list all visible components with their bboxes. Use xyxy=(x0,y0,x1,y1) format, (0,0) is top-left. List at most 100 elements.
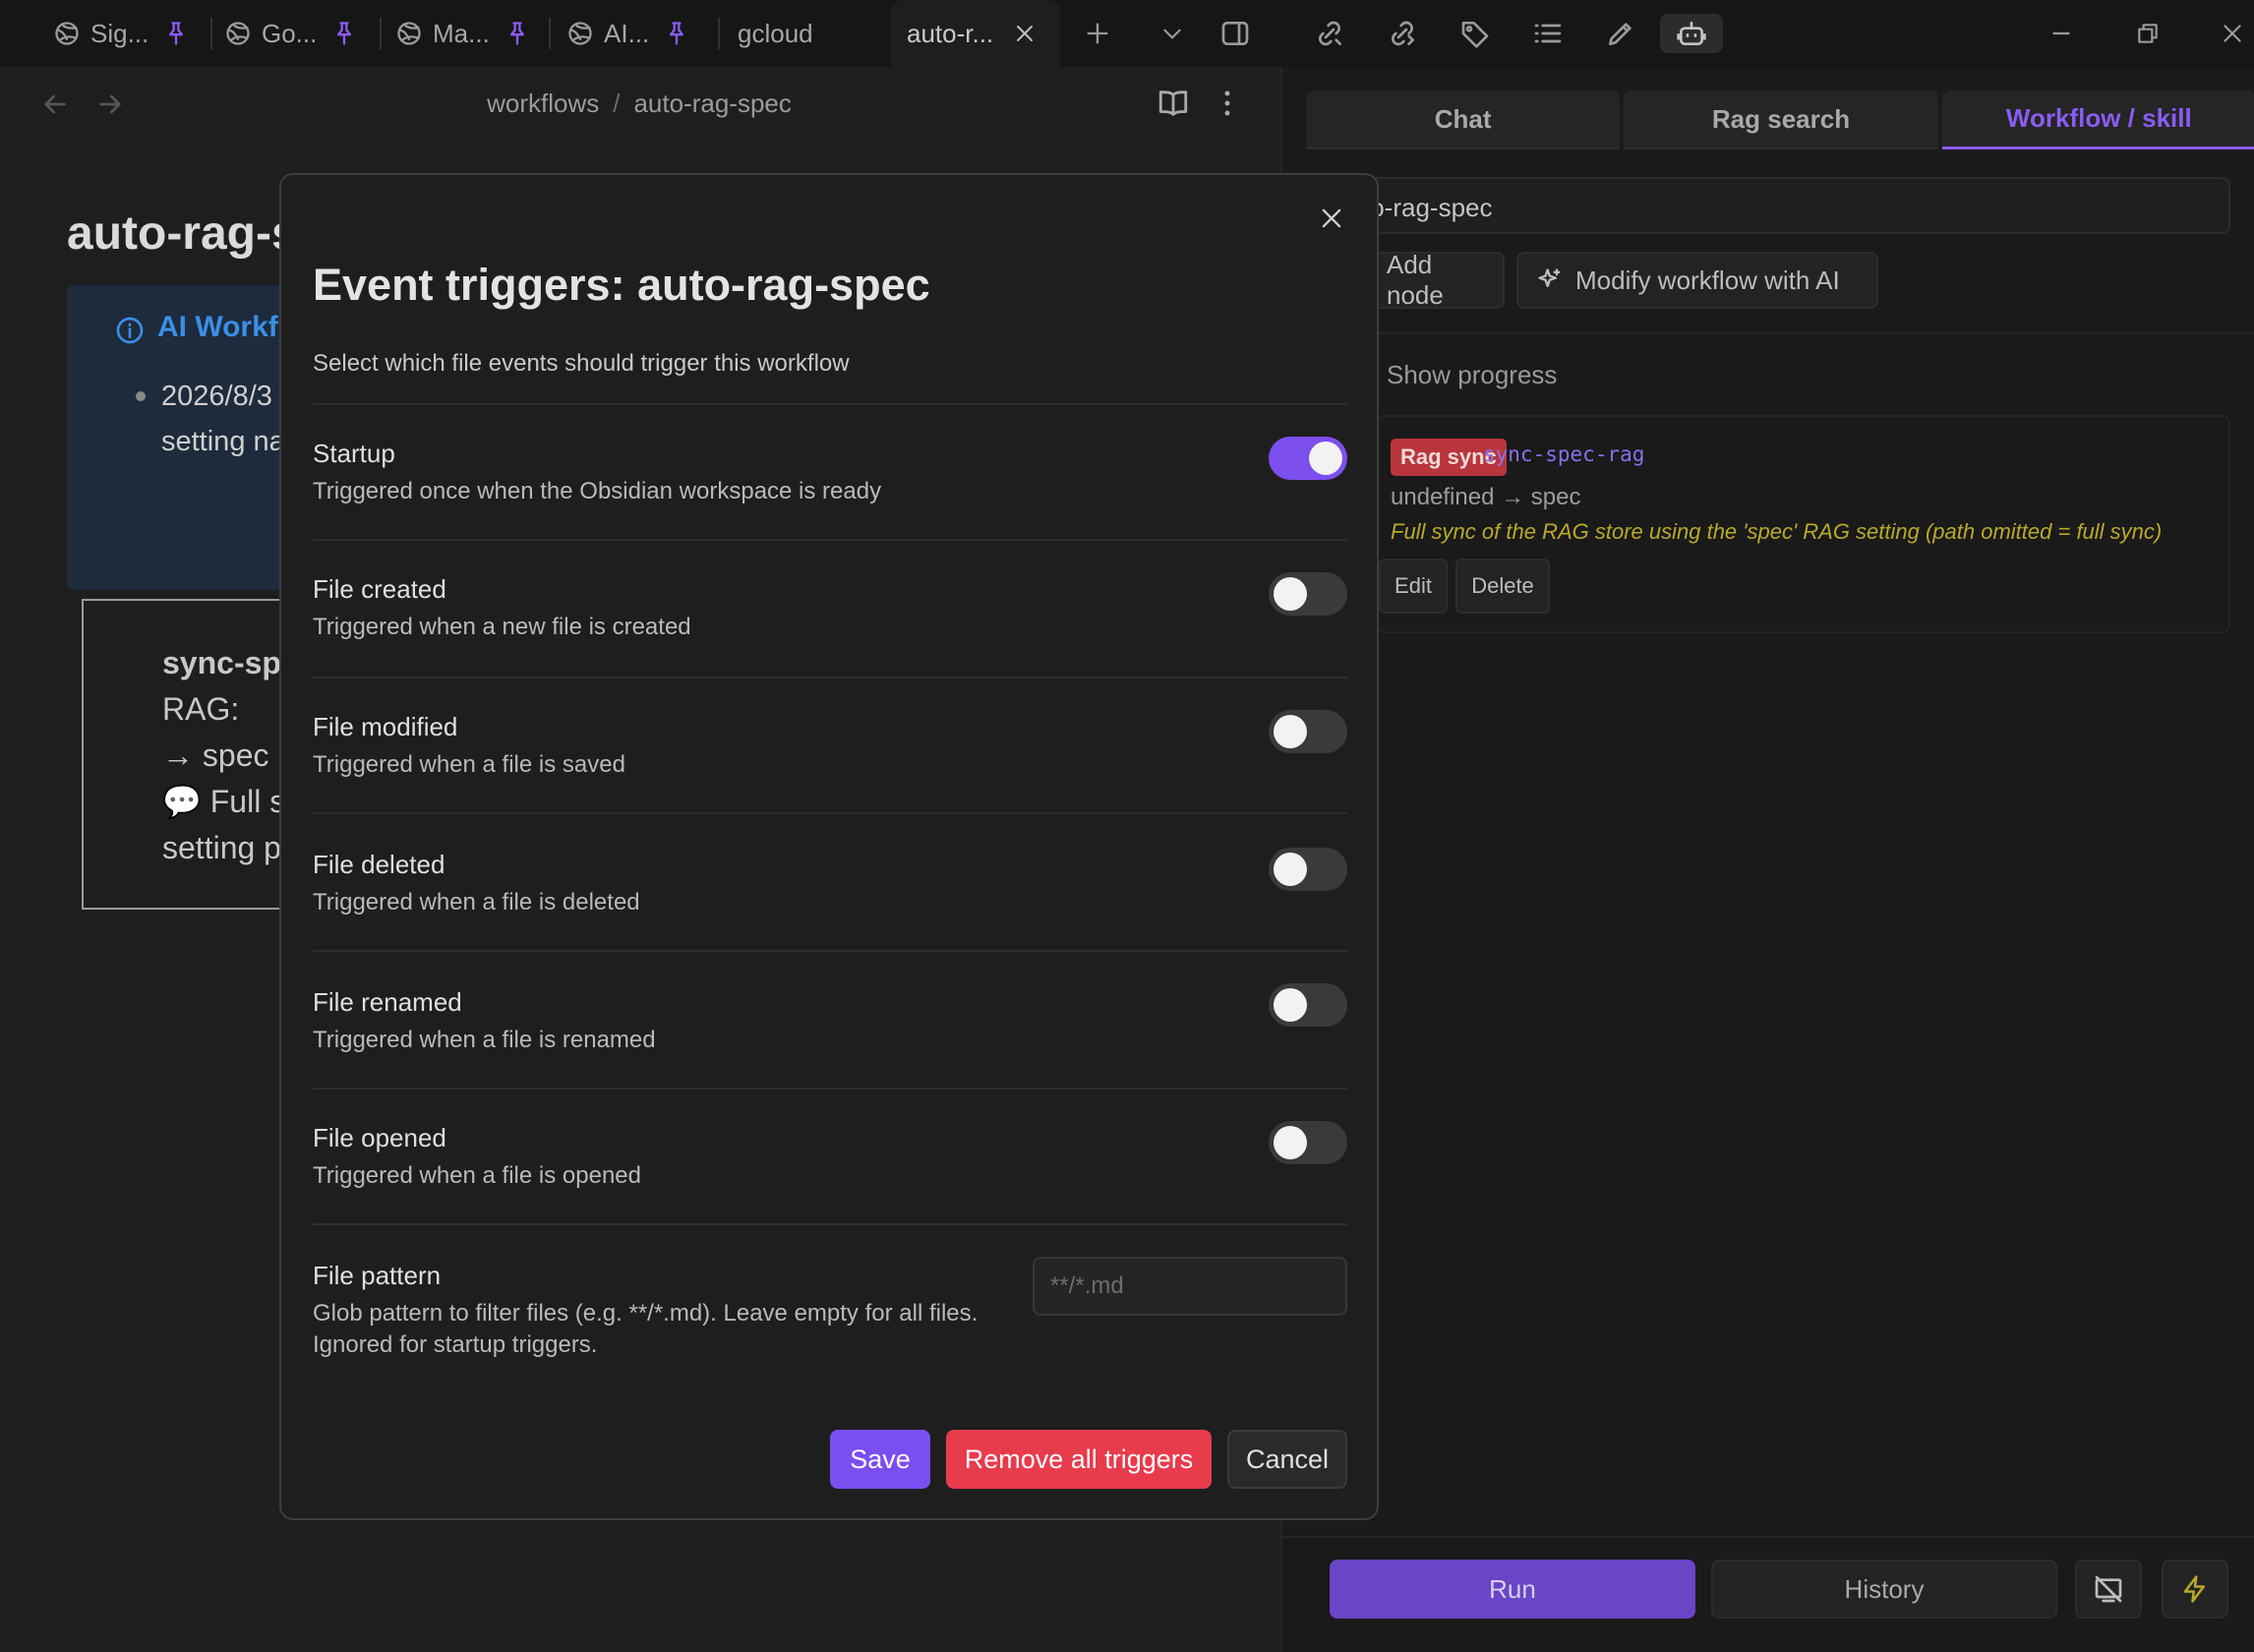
trigger-file-deleted-toggle[interactable] xyxy=(1269,848,1347,891)
mermaid-node-box: sync-spe RAG: → spec 💬 Full s setting p xyxy=(82,599,299,910)
divider xyxy=(313,1223,1347,1225)
tab-ma[interactable]: Ma... xyxy=(395,0,531,67)
delete-node-button[interactable]: Delete xyxy=(1455,559,1550,614)
tab-sig[interactable]: Sig... xyxy=(53,0,190,67)
history-button[interactable]: History xyxy=(1711,1560,2057,1619)
close-tab-icon[interactable] xyxy=(1013,22,1037,45)
toggle-knob xyxy=(1274,853,1307,886)
edit-node-button[interactable]: Edit xyxy=(1379,559,1448,614)
callout-line: 2026/8/3 xyxy=(161,381,272,412)
window-close-icon[interactable] xyxy=(2213,14,2252,53)
bot-icon[interactable] xyxy=(1660,14,1723,53)
trigger-file-renamed-label: File renamed xyxy=(313,987,462,1017)
link-out-icon[interactable] xyxy=(1383,14,1422,53)
globe-icon xyxy=(53,20,81,47)
tab-chat[interactable]: Chat xyxy=(1306,90,1621,149)
sparkle-icon xyxy=(1536,266,1564,294)
tab-go[interactable]: Go... xyxy=(224,0,358,67)
file-pattern-desc: Ignored for startup triggers. xyxy=(313,1331,598,1358)
pin-icon[interactable] xyxy=(504,20,531,47)
breadcrumb-file[interactable]: auto-rag-spec xyxy=(633,88,791,118)
bullet xyxy=(136,391,146,401)
trigger-file-renamed-toggle[interactable] xyxy=(1269,983,1347,1027)
info-icon xyxy=(114,315,144,344)
tab-label: Sig... xyxy=(90,18,149,48)
divider xyxy=(313,539,1347,541)
breadcrumb-folder[interactable]: workflows xyxy=(487,88,599,118)
run-button[interactable]: Run xyxy=(1330,1560,1695,1619)
minimize-icon[interactable] xyxy=(2042,14,2081,53)
more-options-icon[interactable] xyxy=(1216,87,1239,120)
save-button[interactable]: Save xyxy=(830,1430,930,1489)
trigger-startup-toggle[interactable] xyxy=(1269,437,1347,480)
pencil-icon[interactable] xyxy=(1601,14,1640,53)
file-pattern-input[interactable] xyxy=(1033,1257,1347,1316)
tag-icon[interactable] xyxy=(1455,14,1495,53)
divider xyxy=(313,403,1347,405)
node-io: undefined → spec xyxy=(1391,484,1581,510)
node-box-text: sync-spe RAG: → spec 💬 Full s setting p xyxy=(162,640,299,871)
link-in-icon[interactable] xyxy=(1310,14,1349,53)
tab-divider xyxy=(549,18,551,49)
node-box-line: setting p xyxy=(162,830,281,865)
tab-workflow-skill[interactable]: Workflow / skill xyxy=(1941,90,2254,149)
restore-icon[interactable] xyxy=(2128,14,2167,53)
tab-ai[interactable]: AI... xyxy=(566,0,690,67)
modal-title: Event triggers: auto-rag-spec xyxy=(313,260,930,310)
tab-rag-search[interactable]: Rag search xyxy=(1624,90,1938,149)
node-id: sync-spec-rag xyxy=(1483,442,1645,466)
divider xyxy=(313,950,1347,952)
toggle-sidebar-icon[interactable] xyxy=(1216,14,1255,53)
trigger-file-modified-toggle[interactable] xyxy=(1269,710,1347,753)
trigger-file-deleted-label: File deleted xyxy=(313,850,445,879)
trigger-file-deleted-desc: Triggered when a file is deleted xyxy=(313,889,640,915)
file-pattern-label: File pattern xyxy=(313,1261,442,1290)
trigger-file-modified-desc: Triggered when a file is saved xyxy=(313,751,625,778)
node-box-line: sync-spe xyxy=(162,645,299,680)
modify-workflow-ai-label: Modify workflow with AI xyxy=(1575,265,1840,295)
modify-workflow-ai-button[interactable]: Modify workflow with AI xyxy=(1516,252,1878,309)
callout-title: AI Workf xyxy=(157,311,278,343)
tab-label: Go... xyxy=(262,18,318,48)
close-icon[interactable] xyxy=(1312,199,1351,238)
panel-tabs: Chat Rag search Workflow / skill xyxy=(1306,90,2254,149)
workflow-panel: Chat Rag search Workflow / skill to-rag-… xyxy=(1280,67,2254,1652)
tab-divider xyxy=(210,18,212,49)
hide-preview-icon[interactable] xyxy=(2075,1560,2142,1619)
trigger-file-opened-toggle[interactable] xyxy=(1269,1121,1347,1164)
toggle-knob xyxy=(1274,988,1307,1022)
remove-all-triggers-button[interactable]: Remove all triggers xyxy=(946,1430,1212,1489)
callout-body: 2026/8/3 setting na xyxy=(161,374,285,464)
tab-auto-rag-spec[interactable]: auto-r... xyxy=(891,0,1060,67)
show-progress-toggle[interactable]: Show progress xyxy=(1387,360,1557,390)
outline-list-icon[interactable] xyxy=(1528,14,1568,53)
lightning-icon[interactable] xyxy=(2162,1560,2228,1619)
modal-subtitle: Select which file events should trigger … xyxy=(313,350,850,377)
cancel-button[interactable]: Cancel xyxy=(1227,1430,1347,1489)
workflow-select[interactable]: to-rag-spec xyxy=(1341,177,2230,234)
tab-list-chevron-icon[interactable] xyxy=(1153,14,1192,53)
editor-nav: workflows / auto-rag-spec xyxy=(0,67,1278,142)
new-tab-button[interactable] xyxy=(1078,14,1117,53)
pin-icon[interactable] xyxy=(162,20,190,47)
trigger-startup-desc: Triggered once when the Obsidian workspa… xyxy=(313,478,882,504)
toggle-knob xyxy=(1274,1126,1307,1159)
file-pattern-desc: Glob pattern to filter files (e.g. **/*.… xyxy=(313,1300,979,1327)
breadcrumb: workflows / auto-rag-spec xyxy=(487,88,792,118)
tab-label: Ma... xyxy=(433,18,490,48)
note-title: auto-rag-s xyxy=(67,207,298,260)
globe-icon xyxy=(566,20,594,47)
trigger-file-modified-label: File modified xyxy=(313,712,458,741)
globe-icon xyxy=(395,20,423,47)
trigger-file-created-toggle[interactable] xyxy=(1269,572,1347,616)
divider xyxy=(313,677,1347,678)
trigger-file-created-label: File created xyxy=(313,574,446,604)
reading-view-icon[interactable] xyxy=(1157,87,1190,120)
tab-label: gcloud xyxy=(738,18,813,48)
pin-icon[interactable] xyxy=(663,20,690,47)
tab-gcloud[interactable]: gcloud xyxy=(738,0,813,67)
trigger-file-renamed-desc: Triggered when a file is renamed xyxy=(313,1027,656,1053)
callout: AI Workf 2026/8/3 setting na xyxy=(67,285,303,590)
pin-icon[interactable] xyxy=(330,20,358,47)
tab-divider xyxy=(380,18,382,49)
